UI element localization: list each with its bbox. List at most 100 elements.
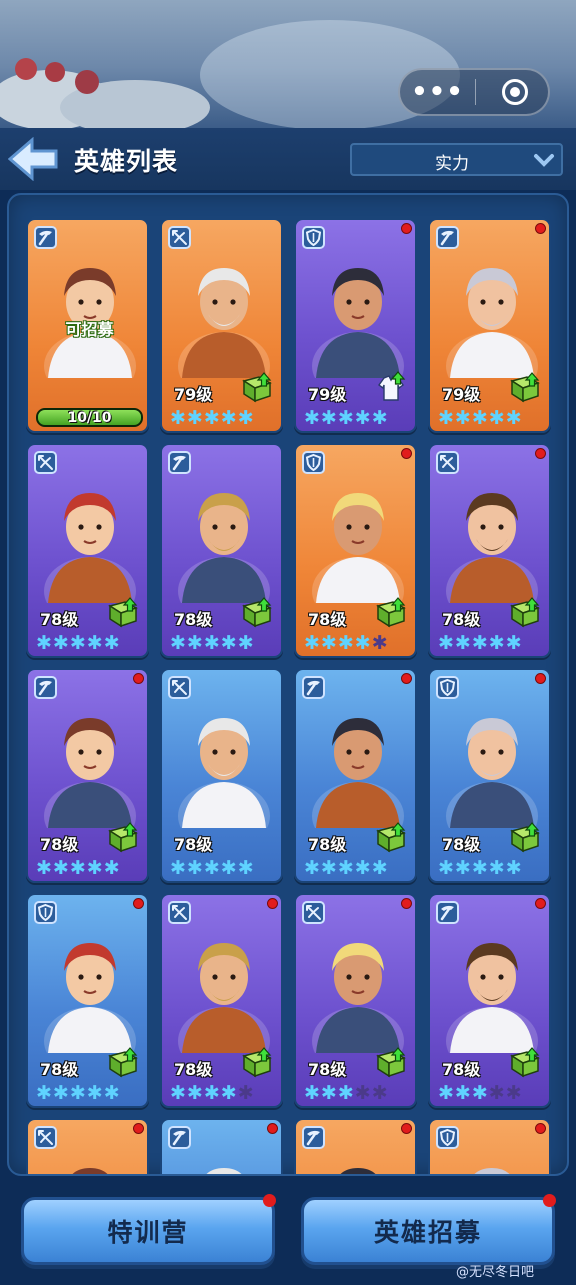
star-filled-icon: ✱ <box>488 407 505 429</box>
notification-dot <box>535 223 546 234</box>
hero-card[interactable]: 78级 ✱ ✱ ✱ ✱ ✱ <box>428 893 551 1108</box>
star-filled-icon: ✱ <box>186 1082 203 1104</box>
star-filled-icon: ✱ <box>86 1082 103 1104</box>
hero-card[interactable] <box>26 1118 149 1174</box>
hero-card[interactable]: 可招募 10/10 <box>26 218 149 433</box>
hero-card[interactable] <box>294 1118 417 1174</box>
star-filled-icon: ✱ <box>36 1082 52 1104</box>
hero-level: 78级 <box>174 1060 213 1079</box>
hero-portrait <box>44 718 136 828</box>
hero-level: 78级 <box>442 610 481 629</box>
crossbow-role-icon <box>436 451 459 474</box>
star-filled-icon: ✱ <box>237 407 254 429</box>
star-filled-icon: ✱ <box>69 632 86 654</box>
upgrade-book-icon <box>376 597 406 628</box>
star-empty-icon: ✱ <box>371 632 388 654</box>
star-empty-icon: ✱ <box>237 1082 254 1104</box>
hero-card[interactable]: 78级 ✱ ✱ ✱ ✱ ✱ <box>428 443 551 658</box>
hero-portrait <box>446 268 538 378</box>
star-filled-icon: ✱ <box>471 1082 488 1104</box>
hero-card[interactable]: 78级 ✱ ✱ ✱ ✱ ✱ <box>26 443 149 658</box>
star-filled-icon: ✱ <box>220 1082 237 1104</box>
hero-card[interactable]: 79级 ✱ ✱ ✱ ✱ ✱ <box>160 218 283 433</box>
hero-card[interactable]: 78级 ✱ ✱ ✱ ✱ ✱ <box>294 668 417 883</box>
hero-level: 78级 <box>308 610 347 629</box>
star-filled-icon: ✱ <box>505 407 522 429</box>
star-filled-icon: ✱ <box>203 407 220 429</box>
hero-portrait <box>72 1168 108 1174</box>
star-filled-icon: ✱ <box>69 857 86 879</box>
hero-card[interactable]: 78级 ✱ ✱ ✱ ✱ ✱ <box>26 893 149 1108</box>
star-filled-icon: ✱ <box>186 407 203 429</box>
hero-level: 78级 <box>442 835 481 854</box>
more-menu-button[interactable]: ••• <box>400 70 475 114</box>
hero-card[interactable]: 79级 ✱ ✱ ✱ ✱ ✱ <box>294 218 417 433</box>
shield-role-icon <box>436 676 459 699</box>
hero-card[interactable]: 78级 ✱ ✱ ✱ ✱ ✱ <box>160 893 283 1108</box>
star-filled-icon: ✱ <box>69 1082 86 1104</box>
hero-level: 79级 <box>308 385 347 404</box>
close-target-icon[interactable] <box>502 79 528 105</box>
star-filled-icon: ✱ <box>220 632 237 654</box>
hero-card[interactable]: 78级 ✱ ✱ ✱ ✱ ✱ <box>294 893 417 1108</box>
star-filled-icon: ✱ <box>304 407 320 429</box>
star-filled-icon: ✱ <box>170 1082 186 1104</box>
star-filled-icon: ✱ <box>354 632 371 654</box>
star-rating: ✱ ✱ ✱ ✱ ✱ <box>170 859 254 878</box>
hero-card[interactable]: 78级 ✱ ✱ ✱ ✱ ✱ <box>160 443 283 658</box>
notification-dot <box>401 1123 412 1134</box>
crossbow-role-icon <box>34 451 57 474</box>
training-camp-button[interactable]: 特训营 <box>21 1194 276 1265</box>
pickaxe-role-icon <box>436 901 459 924</box>
star-filled-icon: ✱ <box>237 632 254 654</box>
star-filled-icon: ✱ <box>304 1082 320 1104</box>
notification-dot <box>133 1123 144 1134</box>
star-empty-icon: ✱ <box>354 1082 371 1104</box>
star-rating: ✱ ✱ ✱ ✱ ✱ <box>438 1084 522 1103</box>
hero-card[interactable]: 78级 ✱ ✱ ✱ ✱ ✱ <box>26 668 149 883</box>
star-rating: ✱ ✱ ✱ ✱ ✱ <box>170 409 254 428</box>
upgrade-book-icon <box>108 1047 138 1078</box>
hero-portrait <box>446 718 538 828</box>
hero-card[interactable]: 79级 ✱ ✱ ✱ ✱ ✱ <box>428 218 551 433</box>
notification-dot <box>133 673 144 684</box>
notification-dot <box>133 898 144 909</box>
hero-card[interactable] <box>160 1118 283 1174</box>
hero-level: 78级 <box>174 835 213 854</box>
pickaxe-role-icon <box>34 676 57 699</box>
hero-card[interactable]: 78级 ✱ ✱ ✱ ✱ ✱ <box>428 668 551 883</box>
back-arrow-button[interactable] <box>7 136 60 182</box>
notification-dot <box>267 898 278 909</box>
hero-card[interactable] <box>428 1118 551 1174</box>
hero-recruit-button[interactable]: 英雄招募 <box>301 1194 556 1265</box>
upgrade-book-icon <box>376 822 406 853</box>
hero-card[interactable]: 78级 ✱ ✱ ✱ ✱ ✱ <box>160 668 283 883</box>
star-rating: ✱ ✱ ✱ ✱ ✱ <box>36 634 120 653</box>
notification-dot <box>535 898 546 909</box>
star-filled-icon: ✱ <box>354 407 371 429</box>
star-filled-icon: ✱ <box>488 857 505 879</box>
star-rating: ✱ ✱ ✱ ✱ ✱ <box>36 859 120 878</box>
star-filled-icon: ✱ <box>320 1082 337 1104</box>
star-filled-icon: ✱ <box>203 857 220 879</box>
star-empty-icon: ✱ <box>488 1082 505 1104</box>
shard-count: 10/10 <box>67 410 112 426</box>
upgrade-book-icon <box>510 822 540 853</box>
star-filled-icon: ✱ <box>488 632 505 654</box>
hero-portrait <box>178 268 270 378</box>
pickaxe-role-icon <box>302 1126 325 1149</box>
sort-dropdown[interactable]: 实力 <box>350 143 563 176</box>
crossbow-role-icon <box>168 901 191 924</box>
shield-role-icon <box>302 451 325 474</box>
hero-card[interactable]: 78级 ✱ ✱ ✱ ✱ ✱ <box>294 443 417 658</box>
upgrade-book-icon <box>510 597 540 628</box>
star-rating: ✱ ✱ ✱ ✱ ✱ <box>304 409 388 428</box>
pickaxe-role-icon <box>34 226 57 249</box>
hero-portrait <box>178 943 270 1053</box>
star-filled-icon: ✱ <box>52 1082 69 1104</box>
star-filled-icon: ✱ <box>454 1082 471 1104</box>
shield-role-icon <box>436 1126 459 1149</box>
notification-dot <box>535 1123 546 1134</box>
pickaxe-role-icon <box>302 676 325 699</box>
star-filled-icon: ✱ <box>337 407 354 429</box>
